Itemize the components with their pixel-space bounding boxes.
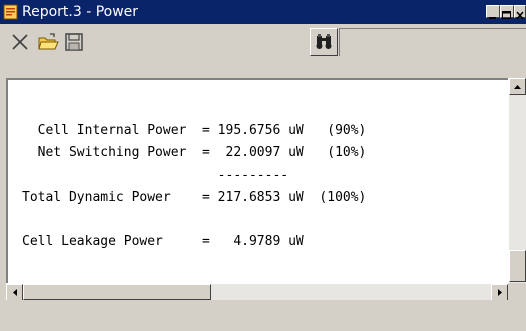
toolbar <box>0 24 526 62</box>
find-button[interactable] <box>310 28 338 56</box>
vertical-scrollbar[interactable] <box>508 78 526 300</box>
report-line: Total Dynamic Power = 217.6853 uW (100%) <box>22 189 367 205</box>
report-line: Cell Internal Power = 195.6756 uW (90%) <box>22 123 367 138</box>
window-title: Report.3 - Power <box>22 4 139 20</box>
maximize-icon[interactable] <box>500 5 514 19</box>
horizontal-scroll-thumb[interactable] <box>23 284 211 300</box>
open-folder-icon[interactable] <box>36 30 60 54</box>
report-line: Net Switching Power = 22.0097 uW (10%) <box>22 145 367 161</box>
report-line: Cell Leakage Power = 4.9789 uW <box>22 234 304 250</box>
title-bar[interactable]: Report.3 - Power <box>0 0 526 24</box>
scroll-left-button[interactable] <box>6 284 23 301</box>
report-text-area[interactable]: Cell Internal Power = 195.6756 uW (90%) … <box>6 78 508 283</box>
arrow-up-icon <box>514 85 521 89</box>
scrollbar-corner <box>508 283 526 300</box>
arrow-right-icon <box>498 289 502 296</box>
app-icon <box>3 4 18 20</box>
find-input[interactable] <box>339 28 526 56</box>
horizontal-scrollbar[interactable] <box>6 283 508 301</box>
scroll-up-button[interactable] <box>509 78 526 95</box>
minimize-icon[interactable] <box>486 5 500 19</box>
report-window: Report.3 - Power Cell Internal Power = 1… <box>0 0 526 331</box>
close-report-icon[interactable] <box>8 30 32 54</box>
vertical-scroll-thumb[interactable] <box>509 250 526 282</box>
report-text: Cell Internal Power = 195.6756 uW (90%) … <box>22 120 366 254</box>
arrow-left-icon <box>13 289 17 296</box>
status-area <box>0 300 526 331</box>
scroll-right-button[interactable] <box>491 284 508 301</box>
close-icon[interactable] <box>514 5 526 20</box>
save-icon[interactable] <box>62 30 86 54</box>
binoculars-icon <box>316 34 332 49</box>
report-separator: --------- <box>22 167 289 183</box>
